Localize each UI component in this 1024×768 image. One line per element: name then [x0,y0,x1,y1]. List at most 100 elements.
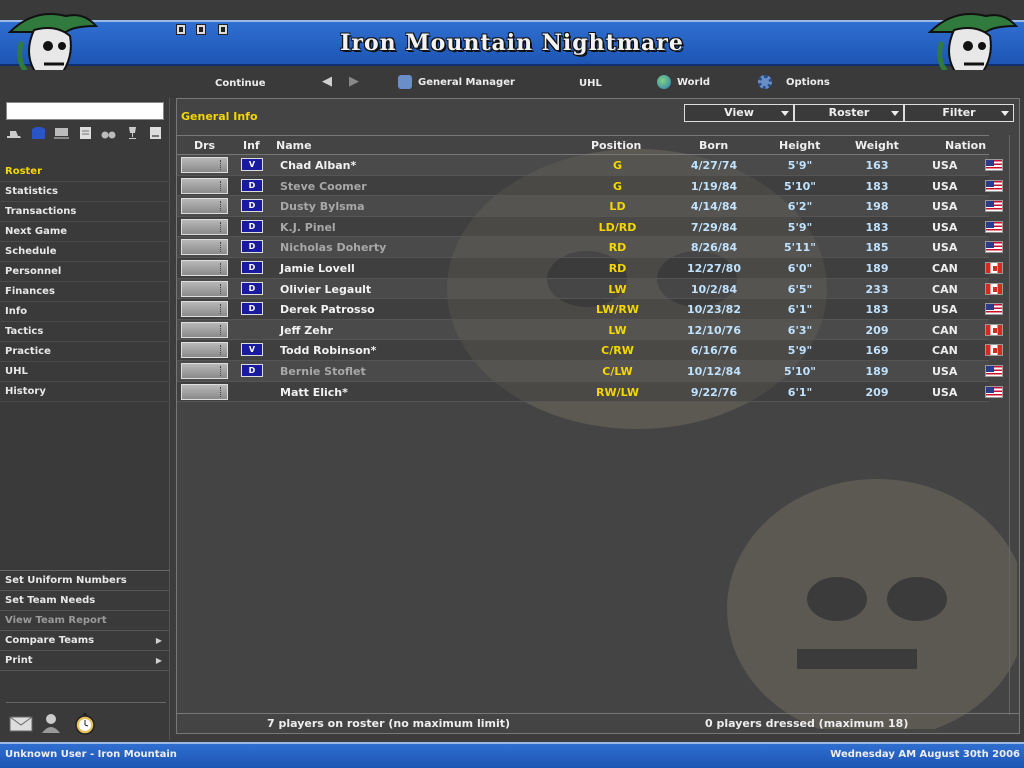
dress-number-field[interactable] [181,177,228,194]
player-name[interactable]: Todd Robinson* [280,344,376,357]
sidebar-item-personnel[interactable]: Personnel [0,262,170,282]
info-badge[interactable]: D [241,302,263,316]
jersey-icon[interactable] [30,125,47,141]
sidebar-item-info[interactable]: Info [0,302,170,322]
column-header-name[interactable]: Name [276,139,312,152]
manager-icon[interactable] [38,711,64,735]
sidebar-item-next-game[interactable]: Next Game [0,222,170,242]
dress-number-field[interactable] [181,239,228,256]
column-header-position[interactable]: Position [591,139,641,152]
sidebar-item-tactics[interactable]: Tactics [0,322,170,342]
app-title: Iron Mountain Nightmare [340,30,684,56]
table-row[interactable]: D Bernie Stoflet C/LW 10/12/84 5'10" 189 USA [177,360,1003,382]
player-name[interactable]: Bernie Stoflet [280,365,366,378]
stopwatch-icon[interactable] [72,711,98,735]
player-name[interactable]: K.J. Pinel [280,221,336,234]
report-icon[interactable] [77,125,94,141]
table-row[interactable]: D Steve Coomer G 1/19/84 5'10" 183 USA [177,175,1003,197]
filter-dropdown[interactable]: Filter [904,104,1014,122]
player-name[interactable]: Olivier Legault [280,283,371,296]
sidebar-menu: Roster Statistics Transactions Next Game Sch… [0,162,170,402]
info-badge[interactable]: D [241,240,263,254]
player-name[interactable]: Derek Patrosso [280,303,375,316]
dress-number-field[interactable] [181,280,228,297]
mail-icon[interactable] [8,711,34,735]
info-badge[interactable]: D [241,281,263,295]
player-name[interactable]: Dusty Bylsma [280,200,365,213]
table-row[interactable]: Matt Elich* RW/LW 9/22/76 6'1" 209 USA [177,381,1003,403]
trophy-icon[interactable] [124,125,141,141]
sidebar-item-roster[interactable]: Roster [0,162,170,182]
info-badge[interactable]: D [241,363,263,377]
league-button[interactable]: UHL [579,78,602,89]
back-arrow-icon[interactable]: ◀ [322,74,332,89]
player-weight: 189 [865,261,889,275]
computer-icon[interactable] [53,125,70,141]
view-dropdown[interactable]: View [684,104,794,122]
binoculars-icon[interactable] [100,125,117,141]
info-badge[interactable]: D [241,260,263,274]
sidebar-item-schedule[interactable]: Schedule [0,242,170,262]
table-row[interactable]: V Todd Robinson* C/RW 6/16/76 5'9" 169 CAN [177,340,1003,361]
sidebar-item-practice[interactable]: Practice [0,342,170,362]
world-button[interactable]: World [657,75,710,89]
player-name[interactable]: Steve Coomer [280,180,367,193]
column-header-weight[interactable]: Weight [855,139,899,152]
player-name[interactable]: Nicholas Doherty [280,241,386,254]
info-badge[interactable]: D [241,199,263,213]
dress-number-field[interactable] [181,362,228,379]
dress-number-field[interactable] [181,321,228,338]
continue-button[interactable]: Continue [215,78,266,89]
options-button[interactable]: Options [758,75,830,89]
action-set-uniform-numbers[interactable]: Set Uniform Numbers [0,571,170,591]
sidebar-item-statistics[interactable]: Statistics [0,182,170,202]
player-name[interactable]: Jamie Lovell [280,262,355,275]
player-nation: CAN [932,344,958,358]
roster-dropdown[interactable]: Roster [794,104,904,122]
column-header-nation[interactable]: Nation [945,139,986,152]
column-header-born[interactable]: Born [699,139,728,152]
document-icon[interactable] [147,125,164,141]
action-compare-teams[interactable]: Compare Teams ▶ [0,631,170,651]
search-input[interactable] [6,102,164,120]
action-view-team-report[interactable]: View Team Report [0,611,170,631]
player-name[interactable]: Jeff Zehr [280,324,333,337]
column-header-inf[interactable]: Inf [243,139,260,152]
table-row[interactable]: D Dusty Bylsma LD 4/14/84 6'2" 198 USA [177,196,1003,217]
table-row[interactable]: D K.J. Pinel LD/RD 7/29/84 5'9" 183 USA [177,216,1003,238]
table-row[interactable]: D Nicholas Doherty RD 8/26/84 5'11" 185 USA [177,237,1003,258]
info-badge[interactable]: D [241,178,263,192]
panel-title: General Info [181,110,258,123]
skate-icon[interactable] [6,125,23,141]
action-set-team-needs[interactable]: Set Team Needs [0,591,170,611]
player-height: 6'2" [787,200,813,214]
dress-number-field[interactable] [181,157,228,173]
info-badge[interactable]: V [241,343,263,357]
dress-number-field[interactable] [181,301,228,318]
sidebar-item-transactions[interactable]: Transactions [0,202,170,222]
dress-number-field[interactable] [181,259,228,276]
dress-number-field[interactable] [181,218,228,235]
dress-number-field[interactable] [181,383,228,400]
player-name[interactable]: Chad Alban* [280,159,356,172]
sidebar-item-uhl[interactable]: UHL [0,362,170,382]
sidebar-item-finances[interactable]: Finances [0,282,170,302]
player-height: 5'9" [787,344,813,358]
table-row[interactable]: D Jamie Lovell RD 12/27/80 6'0" 189 CAN [177,257,1003,279]
sidebar-item-history[interactable]: History [0,382,170,402]
info-badge[interactable]: V [241,158,263,171]
scrollbar[interactable] [1009,135,1019,715]
column-header-drs[interactable]: Drs [194,139,215,152]
column-header-height[interactable]: Height [779,139,820,152]
info-badge[interactable]: D [241,219,263,233]
dress-number-field[interactable] [181,342,228,359]
table-row[interactable]: V Chad Alban* G 4/27/74 5'9" 163 USA [177,155,1003,176]
dress-number-field[interactable] [181,198,228,215]
forward-arrow-icon[interactable]: ▶ [349,74,359,89]
player-name[interactable]: Matt Elich* [280,386,348,399]
general-manager-button[interactable]: General Manager [398,75,515,89]
table-row[interactable]: Jeff Zehr LW 12/10/76 6'3" 209 CAN [177,319,1003,341]
table-row[interactable]: D Olivier Legault LW 10/2/84 6'5" 233 CAN [177,278,1003,300]
table-row[interactable]: D Derek Patrosso LW/RW 10/23/82 6'1" 183 USA [177,299,1003,320]
action-print[interactable]: Print ▶ [0,651,170,671]
